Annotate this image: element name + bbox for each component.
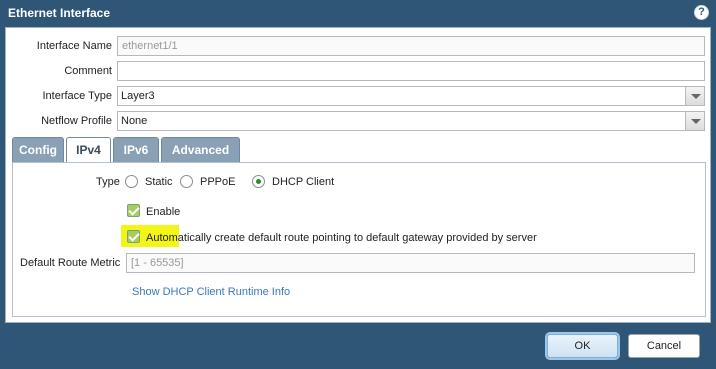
interface-type-row: Interface Type Layer3 bbox=[6, 86, 712, 106]
auto-default-route-label: Automatically create default route point… bbox=[146, 232, 537, 244]
interface-name-label: Interface Name bbox=[36, 40, 112, 52]
ipv4-tab-panel: Type Static PPPoE DHCP Client Enable Aut… bbox=[12, 162, 706, 317]
type-pppoe-label[interactable]: PPPoE bbox=[200, 176, 235, 188]
enable-checkbox[interactable] bbox=[127, 204, 140, 217]
default-route-metric-label: Default Route Metric bbox=[20, 257, 121, 269]
netflow-profile-label: Netflow Profile bbox=[41, 115, 112, 127]
help-icon[interactable]: ? bbox=[694, 5, 709, 20]
netflow-profile-row: Netflow Profile None bbox=[6, 111, 712, 131]
default-route-metric-input[interactable]: [1 - 65535] bbox=[126, 253, 695, 273]
tab-ipv6[interactable]: IPv6 bbox=[113, 137, 159, 163]
dhcp-runtime-info-link[interactable]: Show DHCP Client Runtime Info bbox=[132, 286, 290, 298]
type-dhcp-client-label[interactable]: DHCP Client bbox=[272, 176, 334, 188]
type-static-label[interactable]: Static bbox=[145, 176, 173, 188]
ok-button[interactable]: OK bbox=[547, 334, 618, 358]
ethernet-interface-dialog: Ethernet Interface ? Interface Name ethe… bbox=[0, 0, 716, 369]
type-label: Type bbox=[96, 176, 120, 188]
auto-default-route-checkbox[interactable] bbox=[127, 230, 140, 243]
interface-name-input[interactable]: ethernet1/1 bbox=[117, 36, 705, 56]
type-static-radio[interactable] bbox=[125, 175, 138, 188]
dialog-title: Ethernet Interface bbox=[8, 6, 111, 20]
dialog-body: Interface Name ethernet1/1 Comment Inter… bbox=[5, 27, 711, 323]
comment-label: Comment bbox=[64, 65, 112, 77]
enable-label: Enable bbox=[146, 206, 181, 218]
netflow-profile-value: None bbox=[121, 115, 148, 127]
tab-config[interactable]: Config bbox=[12, 137, 64, 163]
dialog-titlebar: Ethernet Interface ? bbox=[0, 0, 716, 27]
interface-type-label: Interface Type bbox=[42, 90, 112, 102]
netflow-profile-select[interactable]: None bbox=[117, 111, 705, 131]
interface-type-value: Layer3 bbox=[121, 90, 155, 102]
chevron-down-icon[interactable] bbox=[685, 87, 704, 105]
type-pppoe-radio[interactable] bbox=[180, 175, 193, 188]
cancel-button[interactable]: Cancel bbox=[628, 334, 700, 358]
interface-type-select[interactable]: Layer3 bbox=[117, 86, 705, 106]
comment-row: Comment bbox=[6, 61, 712, 81]
comment-input[interactable] bbox=[117, 61, 705, 81]
chevron-down-icon[interactable] bbox=[685, 112, 704, 130]
tab-advanced[interactable]: Advanced bbox=[161, 137, 240, 163]
tab-ipv4[interactable]: IPv4 bbox=[66, 137, 111, 164]
interface-name-row: Interface Name ethernet1/1 bbox=[6, 36, 712, 56]
type-dhcp-client-radio[interactable] bbox=[252, 175, 265, 188]
